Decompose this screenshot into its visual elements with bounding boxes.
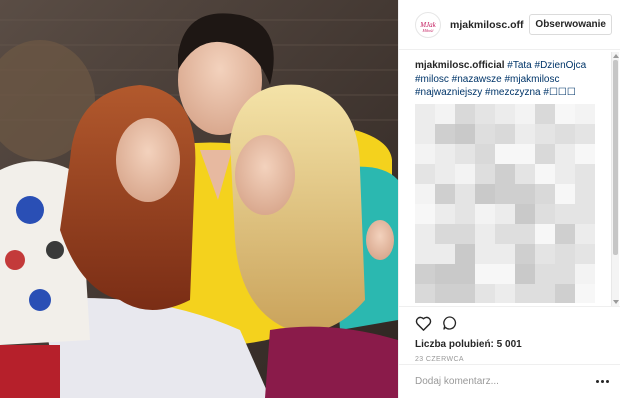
post-details-panel: MJak Miłość mjakmilosc.off Obserwowanie … (398, 0, 620, 398)
comments-scrollbar[interactable] (611, 52, 619, 306)
pixelated-comments (415, 103, 595, 303)
comments-area: mjakmilosc.official #Tata #DzienOjca #mi… (399, 51, 611, 303)
likes-count[interactable]: Liczba polubień: 5 001 (415, 339, 605, 350)
scroll-down-arrow-icon[interactable] (613, 300, 619, 304)
add-comment-section (399, 364, 620, 398)
photo-illustration (0, 0, 398, 398)
post-caption: mjakmilosc.official #Tata #DzienOjca #mi… (415, 59, 595, 100)
caption-username[interactable]: mjakmilosc.official (415, 60, 504, 71)
post-date[interactable]: 23 CZERWCA (415, 356, 605, 363)
heart-icon[interactable] (415, 315, 432, 331)
profile-avatar[interactable]: MJak Miłość (415, 11, 441, 38)
comment-icon[interactable] (442, 315, 458, 331)
comment-input[interactable] (415, 376, 596, 387)
logo-icon: MJak Miłość (417, 13, 439, 36)
scrollbar-thumb[interactable] (613, 60, 618, 255)
more-options-icon[interactable] (596, 380, 609, 383)
action-icons (415, 313, 605, 333)
post-header: MJak Miłość mjakmilosc.off Obserwowanie (399, 0, 620, 50)
scroll-up-arrow-icon[interactable] (613, 54, 619, 58)
post-photo[interactable] (0, 0, 398, 398)
following-button[interactable]: Obserwowanie (529, 14, 612, 35)
post-actions: Liczba polubień: 5 001 23 CZERWCA (399, 306, 620, 363)
post-author-username[interactable]: mjakmilosc.off (450, 19, 529, 31)
svg-text:Miłość: Miłość (422, 28, 434, 33)
